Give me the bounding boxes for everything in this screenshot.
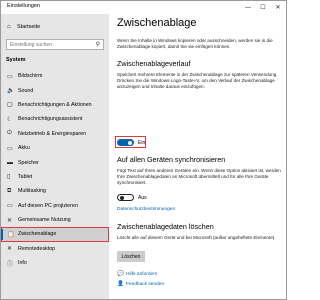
home-link[interactable]: ⌂ Startseite: [7, 22, 40, 32]
sidebar-item-label: Benachrichtigungen & Aktionen: [18, 101, 92, 108]
sidebar-item-storage[interactable]: ▬ Speicher: [1, 155, 109, 169]
tablet-icon: ▯: [7, 174, 11, 181]
sidebar: ⌂ Startseite ⚲ System ▭ Bildschirm 🔈 Sou…: [1, 14, 109, 299]
help-icon: 💬: [117, 271, 124, 277]
intro-text: Wenn Sie Inhalte in Windows kopieren ode…: [117, 38, 273, 49]
sidebar-item-remote-desktop[interactable]: ✕ Remotedesktop: [1, 242, 109, 256]
maximize-button[interactable]: ☐: [255, 1, 271, 14]
main-content: Zwischenablage Wenn Sie Inhalte in Windo…: [109, 14, 286, 299]
search-input[interactable]: [10, 41, 90, 49]
storage-icon: ▬: [7, 159, 13, 166]
display-icon: ▭: [7, 73, 13, 80]
sidebar-item-focus-assist[interactable]: ☾ Benachrichtigungsassistent: [1, 112, 109, 126]
multitasking-icon: ⧉: [7, 187, 12, 194]
sidebar-item-multitasking[interactable]: ⧉ Multitasking: [1, 184, 109, 198]
history-toggle-label: Ein: [138, 139, 146, 146]
feedback-icon: 👤: [117, 281, 124, 287]
sidebar-item-shared-experiences[interactable]: ✕ Gemeinsame Nutzung: [1, 213, 109, 227]
sidebar-item-sound[interactable]: 🔈 Sound: [1, 83, 109, 97]
sidebar-item-label: Remotedesktop: [18, 245, 56, 252]
feedback-link[interactable]: 👤 Feedback senden: [117, 280, 164, 288]
sidebar-item-label: Speicher: [18, 159, 39, 166]
section-heading: System: [6, 57, 26, 63]
toggle-knob: [127, 140, 132, 145]
remote-desktop-icon: ✕: [7, 246, 13, 253]
search-icon[interactable]: ⚲: [96, 41, 100, 48]
sidebar-item-tablet[interactable]: ▯ Tablet: [1, 170, 109, 184]
battery-icon: ▭: [7, 145, 13, 152]
get-help-link[interactable]: 💬 Hilfe anfordern: [117, 270, 157, 278]
sidebar-item-label: Tablet: [18, 173, 33, 180]
history-toggle-row[interactable]: Ein: [117, 138, 145, 147]
clipboard-icon: 📋: [7, 231, 15, 238]
sidebar-item-label: Zwischenablage: [18, 231, 57, 238]
toggle-knob: [119, 195, 124, 200]
search-box[interactable]: ⚲: [6, 39, 104, 50]
sidebar-item-label: Akku: [18, 145, 30, 152]
history-heading: Zwischenablageverlauf: [117, 59, 191, 68]
sidebar-item-label: Multitasking: [18, 188, 46, 195]
notifications-icon: ▢: [7, 102, 13, 109]
sidebar-item-label: Benachrichtigungsassistent: [18, 116, 83, 123]
sidebar-item-label: Sound: [18, 87, 34, 94]
settings-window: Einstellungen — ☐ ✕ ⌂ Startseite ⚲ Syste…: [0, 0, 287, 300]
sidebar-item-notifications[interactable]: ▢ Benachrichtigungen & Aktionen: [1, 98, 109, 112]
sidebar-item-battery[interactable]: ▭ Akku: [1, 141, 109, 155]
get-help-label: Hilfe anfordern: [126, 271, 158, 277]
power-icon: ⏻: [7, 130, 12, 137]
sync-toggle-label: Aus: [138, 194, 147, 201]
focus-assist-icon: ☾: [7, 116, 13, 123]
feedback-label: Feedback senden: [126, 281, 165, 287]
privacy-link[interactable]: Datenschutzbestimmungen: [117, 207, 175, 212]
clear-heading: Zwischenablagedaten löschen: [117, 222, 214, 231]
sidebar-item-info[interactable]: ⓘ Info: [1, 256, 109, 270]
projecting-icon: ▭: [7, 203, 13, 210]
sidebar-item-label: Info: [18, 260, 27, 267]
minimize-button[interactable]: —: [240, 1, 256, 14]
sidebar-nav: ▭ Bildschirm 🔈 Sound ▢ Benachrichtigunge…: [1, 69, 109, 270]
shared-experiences-icon: ✕: [7, 217, 13, 224]
sidebar-item-label: Bildschirm: [18, 73, 43, 80]
clear-button[interactable]: Löschen: [117, 251, 145, 262]
sync-toggle-row[interactable]: Aus: [117, 193, 147, 202]
sidebar-item-clipboard[interactable]: 📋 Zwischenablage: [1, 227, 109, 242]
sidebar-item-label: Gemeinsame Nutzung: [18, 217, 71, 224]
sound-icon: 🔈: [7, 88, 15, 95]
sync-toggle[interactable]: [117, 193, 134, 202]
sidebar-item-projecting[interactable]: ▭ Auf diesen PC projizieren: [1, 199, 109, 213]
history-description: Speichert mehrere Elemente in der Zwisch…: [117, 72, 278, 89]
info-icon: ⓘ: [7, 261, 14, 268]
home-icon: ⌂: [7, 24, 11, 30]
close-button[interactable]: ✕: [270, 1, 286, 14]
window-title: Einstellungen: [7, 3, 41, 9]
sync-heading: Auf allen Geräten synchronisieren: [117, 155, 226, 164]
title-bar: Einstellungen — ☐ ✕: [1, 1, 286, 14]
clear-description: Löscht alle auf diesem Gerät und bei Mic…: [117, 235, 276, 240]
sidebar-item-label: Netzbetrieb & Energiesparen: [18, 130, 87, 137]
sidebar-item-power[interactable]: ⏻ Netzbetrieb & Energiesparen: [1, 127, 109, 141]
home-label: Startseite: [17, 24, 41, 30]
sidebar-item-display[interactable]: ▭ Bildschirm: [1, 69, 109, 83]
page-title: Zwischenablage: [117, 17, 197, 29]
sidebar-item-label: Auf diesen PC projizieren: [18, 202, 78, 209]
history-toggle[interactable]: [117, 138, 134, 147]
sync-description: Fügt Text auf Ihren anderen Geräten ein.…: [117, 168, 281, 185]
